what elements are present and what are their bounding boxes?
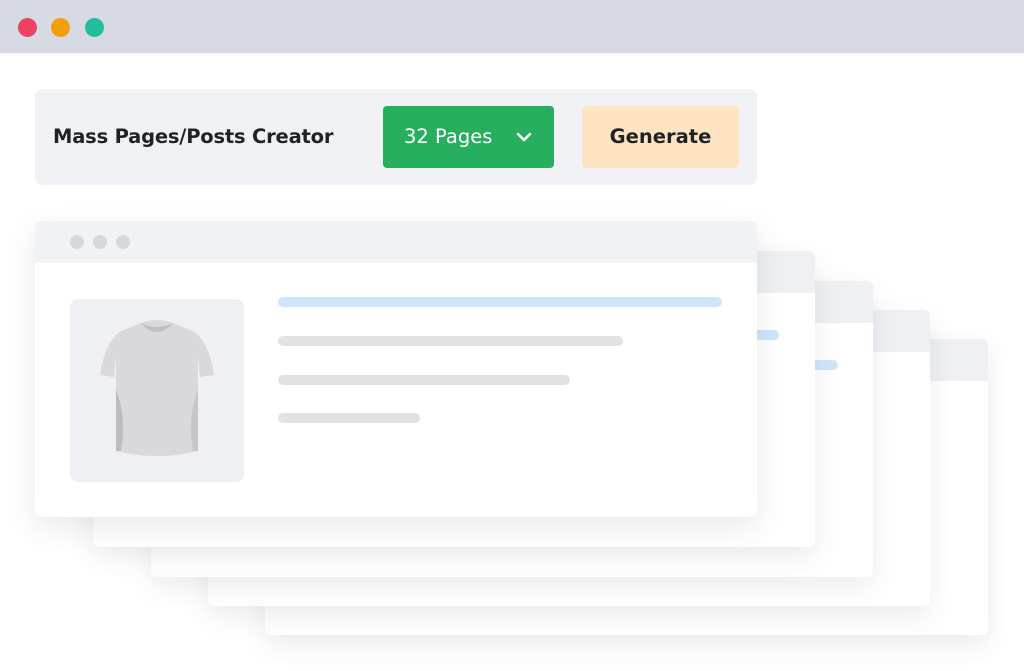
window-maximize-button[interactable] <box>85 18 104 37</box>
generate-button[interactable]: Generate <box>582 106 739 168</box>
generator-toolbar: Mass Pages/Posts Creator 32 Pages Genera… <box>35 89 757 185</box>
page-preview-header <box>35 221 757 263</box>
t-shirt-icon <box>100 320 214 456</box>
page-count-dropdown[interactable]: 32 Pages <box>383 106 554 168</box>
window-minimize-button[interactable] <box>51 18 70 37</box>
content-text-placeholder <box>278 413 420 423</box>
toolbar-title: Mass Pages/Posts Creator <box>53 125 334 148</box>
page-count-value: 32 Pages <box>404 125 493 148</box>
browser-dot <box>70 235 84 249</box>
content-title-placeholder <box>278 297 722 307</box>
chevron-down-icon <box>516 132 532 142</box>
browser-dot <box>93 235 107 249</box>
page-preview-card <box>35 221 757 517</box>
content-text-placeholder <box>278 375 570 385</box>
window-titlebar <box>0 0 1024 53</box>
browser-dot <box>116 235 130 249</box>
product-image <box>70 299 244 482</box>
content-text-placeholder <box>278 336 623 346</box>
generate-button-label: Generate <box>609 125 712 148</box>
window-close-button[interactable] <box>18 18 37 37</box>
